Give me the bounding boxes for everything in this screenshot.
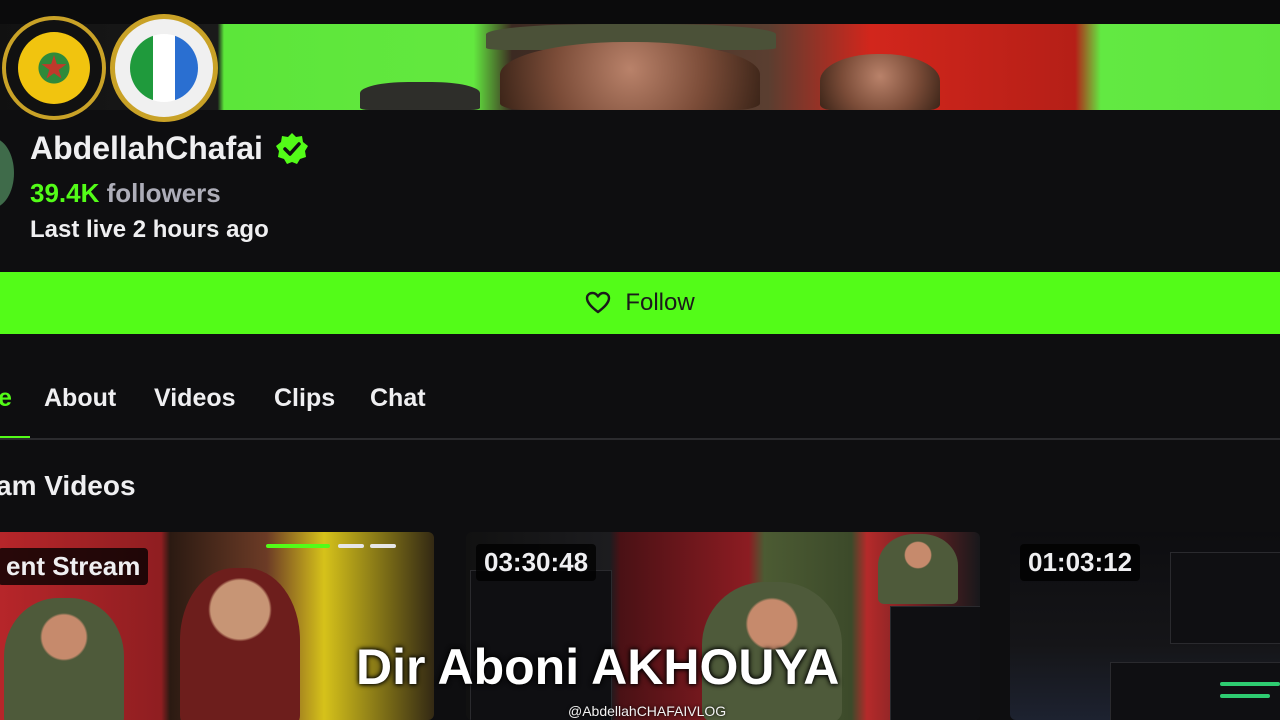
followers-line: 39.4K followers <box>30 178 221 209</box>
tab-chat[interactable]: Chat <box>370 384 426 413</box>
meter-bar <box>1220 682 1280 686</box>
overlay-caption: Dir Aboni AKHOUYA <box>356 639 840 695</box>
video-duration: 03:30:48 <box>476 544 597 581</box>
thumbnail-person <box>4 598 124 720</box>
banner-figure-second <box>820 54 940 110</box>
section-title: am Videos <box>0 470 136 501</box>
thumbnail-chat-panel <box>890 606 980 720</box>
channel-avatar[interactable] <box>0 138 14 208</box>
tab-home[interactable]: e <box>0 384 12 413</box>
verified-badge-icon <box>275 132 308 164</box>
follow-button-label: Follow <box>625 289 695 316</box>
tab-clips[interactable]: Clips <box>274 384 335 413</box>
tabs-divider <box>0 438 1280 440</box>
thumbnail-ui-panel <box>1170 552 1280 644</box>
watermark: @AbdellahCHAFAIVLOG <box>568 703 727 719</box>
stream-ui-bar <box>338 544 364 548</box>
video-thumbnail[interactable]: 01:03:12 <box>1010 532 1280 720</box>
heart-icon <box>586 291 611 314</box>
followers-label: followers <box>106 178 221 208</box>
banner-figure-main <box>500 42 760 110</box>
channel-tabs: e About Videos Clips Chat <box>0 380 1280 440</box>
thumbnail-person <box>180 568 300 720</box>
video-badge: ent Stream <box>0 548 149 585</box>
channel-name: AbdellahChafai <box>30 130 263 166</box>
follow-button[interactable]: Follow <box>0 272 1280 334</box>
tab-videos[interactable]: Videos <box>154 384 236 413</box>
forces-armees-royales-emblem <box>2 16 106 120</box>
banner-figure-third <box>360 82 480 110</box>
thumbnail-person <box>878 534 958 604</box>
meter-bar <box>1220 694 1270 698</box>
video-duration: 01:03:12 <box>1020 544 1141 581</box>
ministerio-da-defesa-emblem <box>110 14 218 122</box>
stream-ui-bar <box>370 544 396 548</box>
tab-about[interactable]: About <box>44 384 116 413</box>
star-icon <box>41 55 67 79</box>
top-bar <box>0 0 1280 24</box>
thumbnail-ui-panel <box>1110 662 1280 720</box>
stream-ui-bar <box>266 544 330 548</box>
followers-count: 39.4K <box>30 178 100 208</box>
channel-name-row: AbdellahChafai <box>30 130 309 167</box>
last-live-status: Last live 2 hours ago <box>30 216 269 243</box>
